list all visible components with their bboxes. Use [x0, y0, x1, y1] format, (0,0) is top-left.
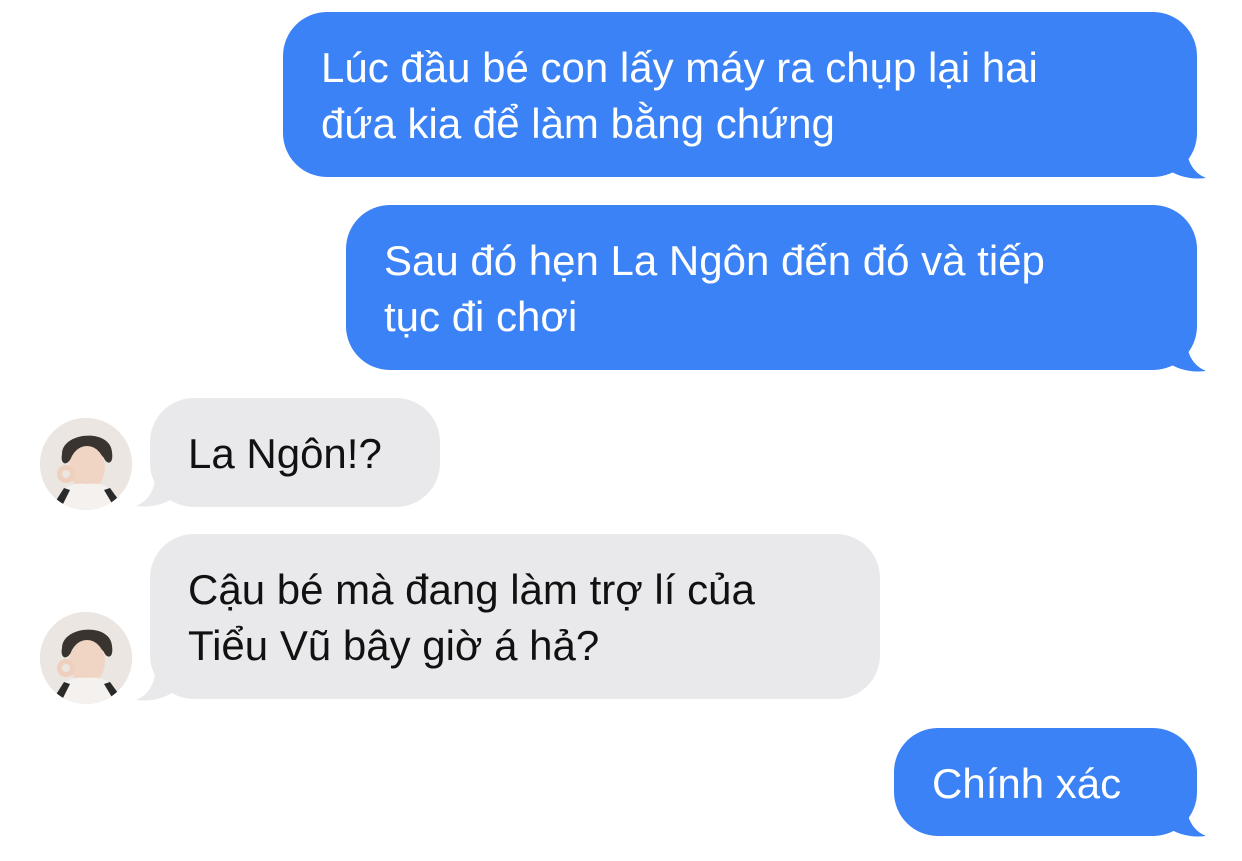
message-text: Tiểu Vũ bây giờ á hả? [188, 622, 600, 669]
message-bubble-received[interactable]: Cậu bé mà đang làm trợ lí của Tiểu Vũ bâ… [150, 534, 880, 699]
bubble-tail-icon [1166, 140, 1206, 179]
person-avatar-icon [40, 612, 132, 704]
message-bubble-sent[interactable]: Chính xác [894, 728, 1197, 836]
bubble-tail-icon [136, 662, 176, 701]
message-text: La Ngôn!? [188, 430, 382, 477]
message-bubble-sent[interactable]: Lúc đầu bé con lấy máy ra chụp lại hai đ… [283, 12, 1197, 177]
bubble-tail-icon [136, 468, 176, 507]
message-text: Lúc đầu bé con lấy máy ra chụp lại hai [321, 44, 1038, 91]
message-text: tục đi chơi [384, 293, 578, 340]
contact-avatar[interactable] [40, 612, 132, 704]
contact-avatar[interactable] [40, 418, 132, 510]
message-text: Cậu bé mà đang làm trợ lí của [188, 566, 755, 613]
message-text: Chính xác [932, 760, 1122, 807]
message-bubble-sent[interactable]: Sau đó hẹn La Ngôn đến đó và tiếp tục đi… [346, 205, 1197, 370]
message-text: Sau đó hẹn La Ngôn đến đó và tiếp [384, 237, 1045, 284]
person-avatar-icon [40, 418, 132, 510]
message-text: đứa kia để làm bằng chứng [321, 100, 835, 147]
bubble-tail-icon [1166, 798, 1206, 837]
bubble-tail-icon [1166, 333, 1206, 372]
message-bubble-received[interactable]: La Ngôn!? [150, 398, 440, 507]
